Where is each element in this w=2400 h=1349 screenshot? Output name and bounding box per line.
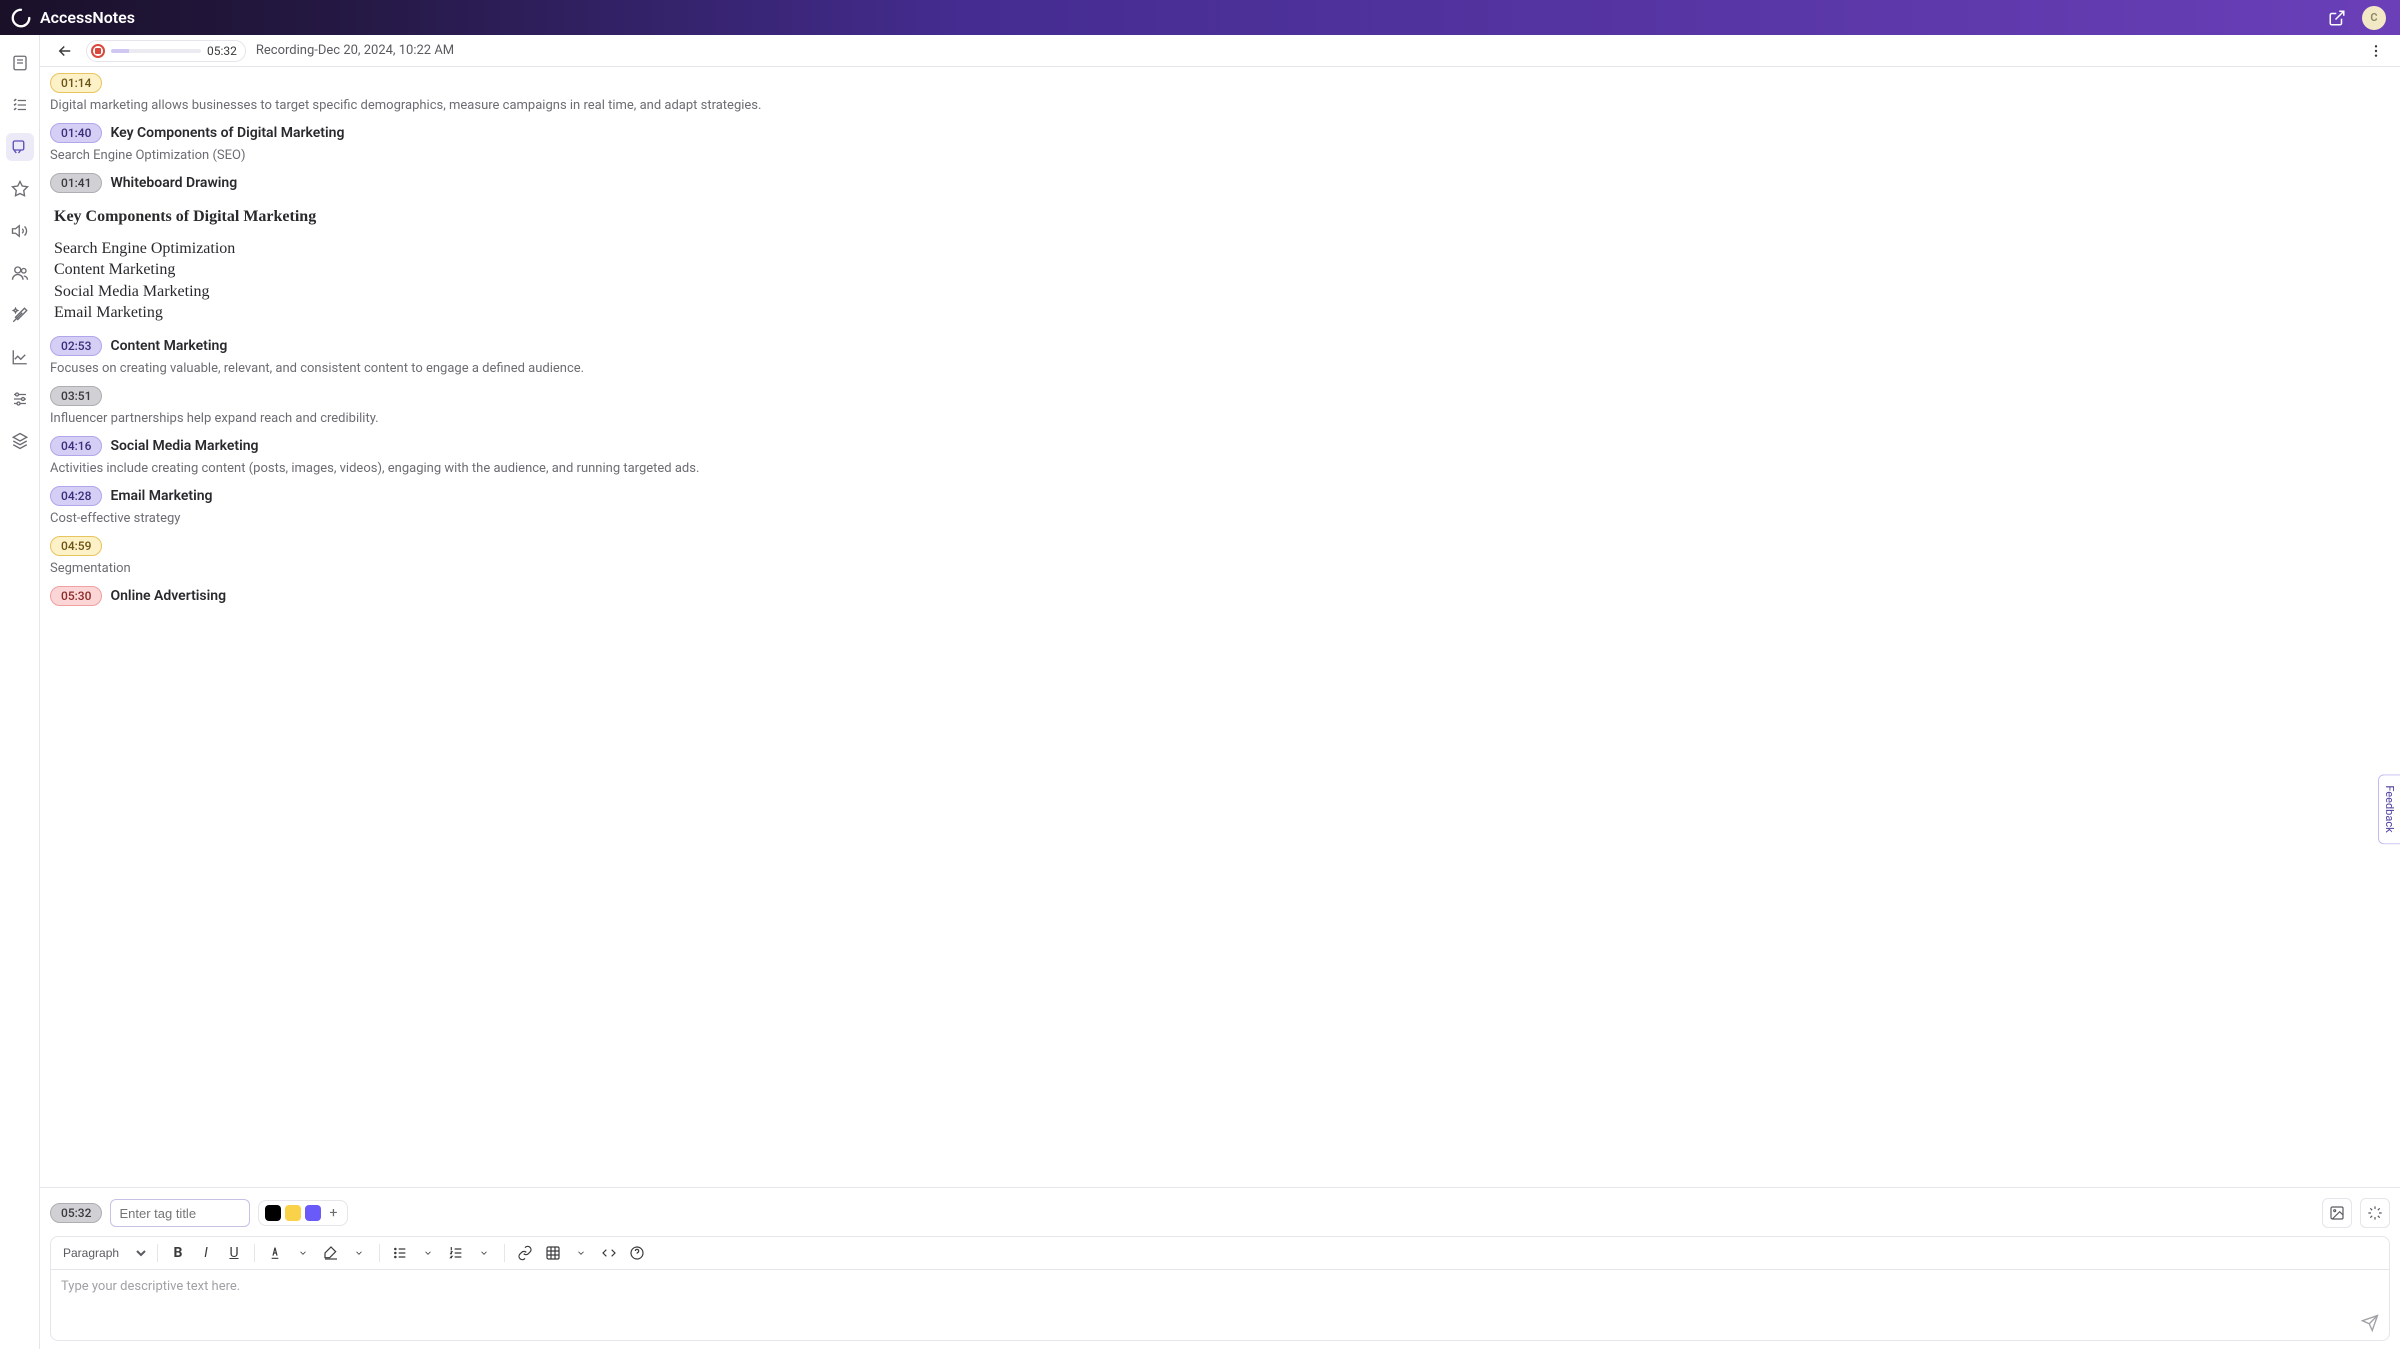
note-entry: 03:51 Influencer partnerships help expand… — [50, 386, 2390, 426]
entry-body: Cost-effective strategy — [50, 511, 2390, 526]
timestamp-chip[interactable]: 01:14 — [50, 73, 102, 93]
timestamp-chip[interactable]: 05:30 — [50, 586, 102, 606]
rail-chart-icon[interactable] — [6, 343, 34, 371]
highlight-chevron-icon[interactable] — [347, 1241, 371, 1265]
code-button[interactable] — [597, 1241, 621, 1265]
rail-magic-icon[interactable] — [6, 301, 34, 329]
table-chevron-icon[interactable] — [569, 1241, 593, 1265]
more-menu-button[interactable] — [2366, 41, 2386, 61]
image-insert-button[interactable] — [2322, 1198, 2352, 1228]
rail-recording-icon[interactable] — [6, 133, 34, 161]
editor-textarea[interactable]: Type your descriptive text here. — [51, 1270, 2389, 1340]
compose-timestamp-chip[interactable]: 05:32 — [50, 1203, 102, 1223]
entry-body: Influencer partnerships help expand reac… — [50, 411, 2390, 426]
note-entry: 04:16 Social Media Marketing Activities in… — [50, 436, 2390, 476]
notes-list: 01:14 Digital marketing allows businesses… — [40, 67, 2400, 1187]
entry-title: Email Marketing — [110, 488, 212, 504]
entry-body: Digital marketing allows businesses to t… — [50, 98, 2390, 113]
bullet-list-button[interactable] — [388, 1241, 412, 1265]
whiteboard-capture: Key Components of Digital MarketingSearc… — [50, 198, 2390, 326]
timestamp-chip[interactable]: 04:59 — [50, 536, 102, 556]
note-entry: 01:41 Whiteboard Drawing Key Components of… — [50, 173, 2390, 326]
rail-settings-icon[interactable] — [6, 385, 34, 413]
rail-audio-icon[interactable] — [6, 217, 34, 245]
open-external-button[interactable] — [2324, 5, 2350, 31]
add-color-button[interactable]: + — [325, 1205, 341, 1221]
ordered-list-chevron-icon[interactable] — [472, 1241, 496, 1265]
note-entry: 02:53 Content Marketing Focuses on creatin… — [50, 336, 2390, 376]
note-subheader: 05:32 Recording-Dec 20, 2024, 10:22 AM — [40, 35, 2400, 67]
recording-title: Recording-Dec 20, 2024, 10:22 AM — [256, 43, 454, 58]
app-topbar: AccessNotes C — [0, 0, 2400, 35]
note-entry: 01:14 Digital marketing allows businesses… — [50, 73, 2390, 113]
recording-time: 05:32 — [207, 44, 237, 58]
highlight-button[interactable] — [319, 1241, 343, 1265]
feedback-tab[interactable]: Feedback — [2378, 775, 2400, 844]
entry-body: Search Engine Optimization (SEO) — [50, 148, 2390, 163]
entry-title: Content Marketing — [110, 338, 227, 354]
recording-progress[interactable] — [111, 49, 201, 53]
underline-button[interactable]: U — [222, 1241, 246, 1265]
note-entry: 05:30 Online Advertising — [50, 586, 2390, 606]
left-rail — [0, 35, 40, 1349]
tag-title-input[interactable] — [110, 1199, 250, 1227]
timestamp-chip[interactable]: 03:51 — [50, 386, 102, 406]
color-yellow[interactable] — [285, 1205, 301, 1221]
recording-control[interactable]: 05:32 — [86, 40, 246, 62]
bullet-list-chevron-icon[interactable] — [416, 1241, 440, 1265]
timestamp-chip[interactable]: 04:28 — [50, 486, 102, 506]
compose-panel: 05:32 + — [40, 1187, 2400, 1349]
ai-suggest-button[interactable] — [2360, 1198, 2390, 1228]
note-entry: 04:28 Email Marketing Cost-effective strat… — [50, 486, 2390, 526]
note-entry: 01:40 Key Components of Digital Marketing… — [50, 123, 2390, 163]
text-color-button[interactable] — [263, 1241, 287, 1265]
entry-body: Focuses on creating valuable, relevant, … — [50, 361, 2390, 376]
editor: Paragraph B I U — [50, 1236, 2390, 1341]
color-black[interactable] — [265, 1205, 281, 1221]
editor-toolbar: Paragraph B I U — [51, 1237, 2389, 1270]
user-avatar[interactable]: C — [2362, 6, 2386, 30]
editor-placeholder: Type your descriptive text here. — [61, 1279, 240, 1294]
entry-body: Segmentation — [50, 561, 2390, 576]
table-button[interactable] — [541, 1241, 565, 1265]
tag-color-picker: + — [258, 1200, 348, 1226]
bold-button[interactable]: B — [166, 1241, 190, 1265]
block-style-select[interactable]: Paragraph — [59, 1241, 149, 1265]
rail-layers-icon[interactable] — [6, 427, 34, 455]
brand-logo: AccessNotes — [10, 7, 135, 29]
rail-people-icon[interactable] — [6, 259, 34, 287]
brand-name: AccessNotes — [40, 8, 135, 27]
back-button[interactable] — [54, 40, 76, 62]
record-stop-icon[interactable] — [91, 44, 105, 58]
brand-mark-icon — [10, 7, 32, 29]
timestamp-chip[interactable]: 02:53 — [50, 336, 102, 356]
rail-notes-icon[interactable] — [6, 49, 34, 77]
avatar-initial: C — [2370, 11, 2377, 24]
send-button[interactable] — [2361, 1314, 2379, 1332]
entry-title: Whiteboard Drawing — [110, 175, 237, 191]
timestamp-chip[interactable]: 01:41 — [50, 173, 102, 193]
italic-button[interactable]: I — [194, 1241, 218, 1265]
rail-checklist-icon[interactable] — [6, 91, 34, 119]
entry-body: Activities include creating content (pos… — [50, 461, 2390, 476]
timestamp-chip[interactable]: 01:40 — [50, 123, 102, 143]
note-entry: 04:59 Segmentation — [50, 536, 2390, 576]
entry-title: Online Advertising — [110, 588, 226, 604]
color-purple[interactable] — [305, 1205, 321, 1221]
ordered-list-button[interactable] — [444, 1241, 468, 1265]
entry-title: Social Media Marketing — [110, 438, 258, 454]
link-button[interactable] — [513, 1241, 537, 1265]
entry-title: Key Components of Digital Marketing — [110, 125, 344, 141]
feedback-label: Feedback — [2383, 786, 2396, 833]
rail-star-icon[interactable] — [6, 175, 34, 203]
timestamp-chip[interactable]: 04:16 — [50, 436, 102, 456]
text-color-chevron-icon[interactable] — [291, 1241, 315, 1265]
help-button[interactable] — [625, 1241, 649, 1265]
